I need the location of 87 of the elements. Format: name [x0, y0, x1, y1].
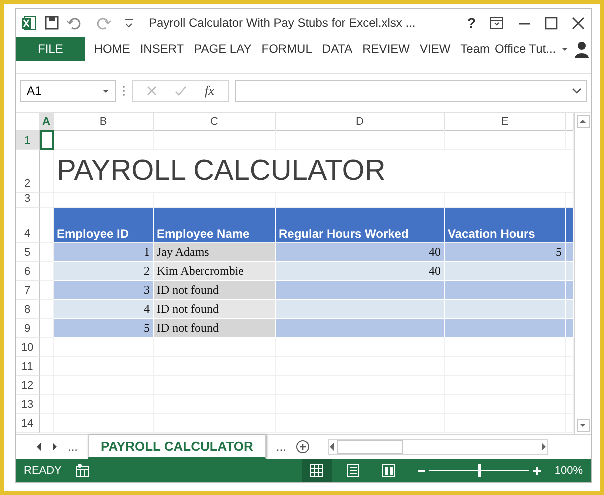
- chevron-icon[interactable]: [572, 88, 582, 94]
- table-cell: 1: [54, 243, 154, 262]
- row-header[interactable]: 7: [16, 281, 40, 300]
- row-header[interactable]: 11: [16, 357, 40, 376]
- row-header[interactable]: 8: [16, 300, 40, 319]
- maximize-icon[interactable]: [545, 16, 558, 30]
- excel-icon[interactable]: [22, 16, 37, 30]
- vertical-scrollbar[interactable]: [574, 113, 591, 434]
- ribbon-tab[interactable]: FORMUL: [256, 37, 318, 61]
- table-cell: 2: [54, 262, 154, 281]
- row-header[interactable]: 10: [16, 338, 40, 357]
- status-text: READY: [24, 464, 62, 476]
- window-title: Payroll Calculator With Pay Stubs for Excel.xlsx ...: [149, 16, 417, 30]
- horizontal-scrollbar[interactable]: [328, 439, 548, 455]
- zoom-in-icon[interactable]: [532, 466, 541, 474]
- table-cell: ID not found: [154, 300, 276, 319]
- table-header: Employee Name: [154, 208, 276, 243]
- page-layout-view-icon[interactable]: [346, 464, 360, 478]
- table-cell: 4: [54, 300, 154, 319]
- view-button[interactable]: [302, 459, 332, 482]
- more-sheets-button[interactable]: ...: [276, 440, 286, 454]
- table-header: Regular Hours Worked: [276, 208, 445, 243]
- table-header: [566, 208, 574, 243]
- table-cell: Jay Adams: [154, 243, 276, 262]
- table-cell: 40: [276, 243, 445, 262]
- next-sheet-icon[interactable]: [52, 443, 58, 451]
- ribbon-tab[interactable]: REVIEW: [358, 37, 415, 61]
- sheet-title: PAYROLL CALCULATOR: [54, 150, 574, 193]
- normal-view-icon[interactable]: [310, 464, 324, 478]
- customize-icon[interactable]: [123, 17, 135, 29]
- save-icon[interactable]: [45, 16, 59, 30]
- row-header[interactable]: 3: [16, 193, 40, 208]
- column-header[interactable]: D: [276, 113, 445, 131]
- ribbon-tab[interactable]: PAGE LAY: [189, 37, 257, 61]
- table-cell: 5: [54, 319, 154, 338]
- user-avatar-icon[interactable]: [574, 40, 590, 58]
- table-cell: ID not found: [154, 281, 276, 300]
- ribbon-tab[interactable]: VIEW: [414, 37, 456, 61]
- insert-function-button[interactable]: fx: [205, 83, 214, 99]
- row-header[interactable]: 14: [16, 414, 40, 433]
- zoom-out-icon[interactable]: [418, 468, 425, 474]
- table-cell: ID not found: [154, 319, 276, 338]
- row-header[interactable]: 13: [16, 395, 40, 414]
- sheet-tab[interactable]: PAYROLL CALCULATOR: [88, 435, 266, 459]
- formula-input[interactable]: [235, 80, 587, 102]
- ribbon-tab[interactable]: DATA: [317, 37, 358, 61]
- account-name[interactable]: Office Tut...: [495, 42, 556, 56]
- column-header[interactable]: C: [154, 113, 276, 131]
- down-arrow-icon[interactable]: [580, 423, 586, 428]
- left-arrow-icon[interactable]: [329, 443, 336, 451]
- up-arrow-icon[interactable]: [580, 119, 586, 124]
- macro-recording-icon[interactable]: [76, 464, 90, 478]
- row-header[interactable]: 1: [16, 130, 40, 150]
- check-icon[interactable]: [175, 86, 187, 96]
- ribbon-tab[interactable]: INSERT: [135, 37, 190, 61]
- close-icon[interactable]: [572, 16, 585, 30]
- column-header[interactable]: E: [445, 113, 566, 131]
- table-cell: Kim Abercrombie: [154, 262, 276, 281]
- help-button[interactable]: ?: [467, 15, 476, 31]
- add-sheet-icon[interactable]: [296, 440, 310, 454]
- more-sheets-button[interactable]: ...: [68, 440, 78, 454]
- right-arrow-icon[interactable]: [541, 443, 548, 451]
- table-header: Vacation Hours: [445, 208, 566, 243]
- caret-icon[interactable]: [103, 90, 109, 92]
- page-break-view-icon[interactable]: [382, 464, 396, 478]
- row-header[interactable]: 6: [16, 262, 40, 281]
- row-header[interactable]: 4: [16, 208, 40, 243]
- table-cell: 3: [54, 281, 154, 300]
- table-cell: 40: [276, 262, 445, 281]
- row-header[interactable]: 2: [16, 150, 40, 193]
- column-header[interactable]: B: [54, 113, 154, 131]
- zoom-slider-thumb[interactable]: [478, 464, 481, 477]
- row-header[interactable]: 5: [16, 243, 40, 262]
- row-header[interactable]: 12: [16, 376, 40, 395]
- table-header: Employee ID: [54, 208, 154, 243]
- row-header[interactable]: 9: [16, 319, 40, 338]
- ribbon-tab[interactable]: HOME: [89, 37, 136, 61]
- previous-sheet-icon[interactable]: [36, 443, 42, 451]
- selected-cell[interactable]: [40, 130, 54, 150]
- grip-icon: [122, 85, 126, 97]
- table-cell: 5: [445, 243, 566, 262]
- caret-icon[interactable]: [562, 48, 568, 50]
- ribbon-tab[interactable]: Team: [456, 37, 495, 61]
- file-tab[interactable]: FILE: [16, 37, 86, 61]
- zoom-level[interactable]: 100%: [554, 464, 583, 476]
- ribbon-display-icon[interactable]: [490, 16, 504, 30]
- name-box[interactable]: A1: [20, 80, 116, 102]
